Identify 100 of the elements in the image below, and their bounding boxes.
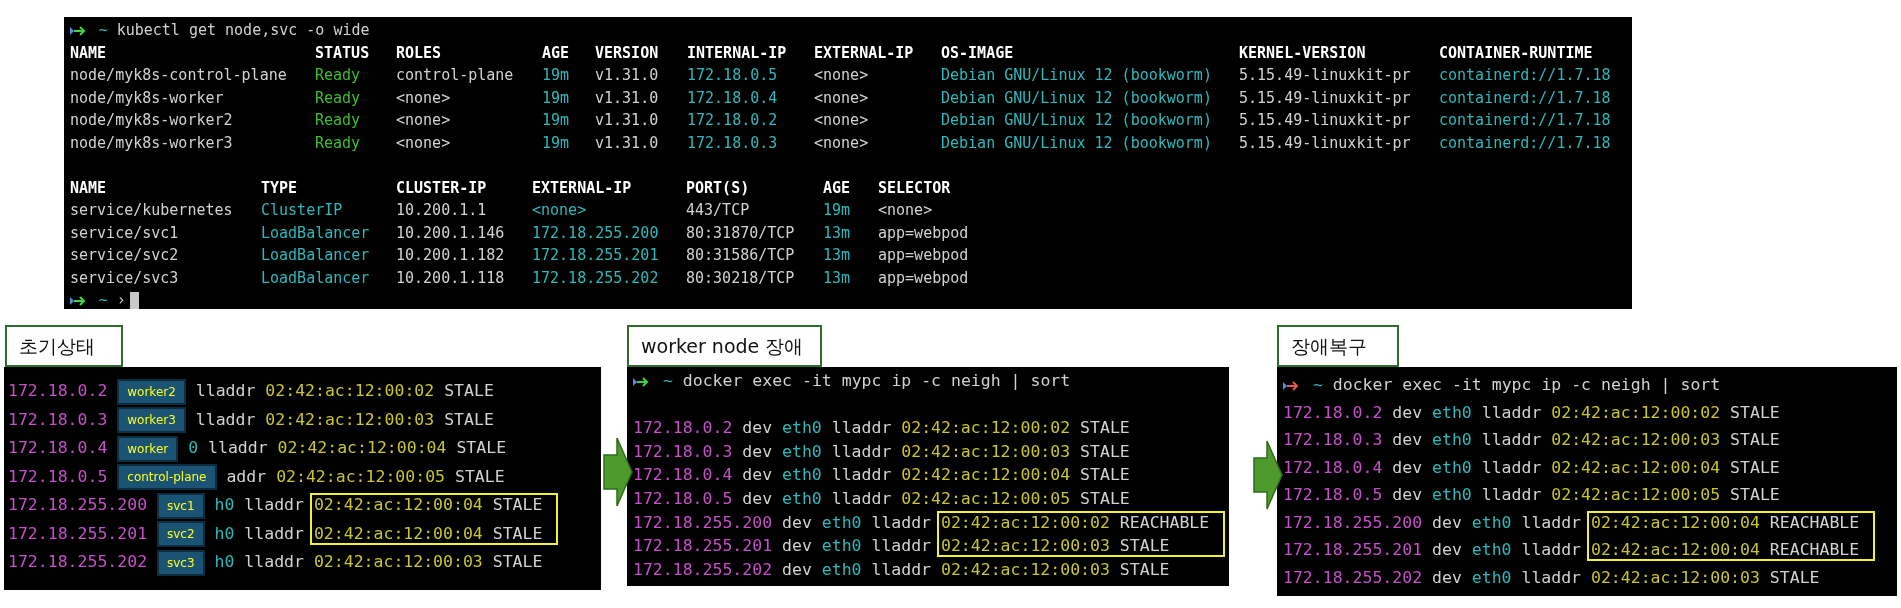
lladdr-label: lladdr [831,465,892,485]
mac-address: 02:42:ac:12:00:03 [901,441,1071,461]
cwd-text: ~ [98,21,108,39]
ip-address: 172.18.0.2 [1283,402,1383,422]
device-label: dev [1392,402,1423,422]
table-cell-text: v1.31.0 [595,110,660,131]
table-cell-text: 10.200.1.146 [396,222,506,244]
table-cell-text: service/kubernetes [70,200,234,221]
table-cell-text: control-plane [396,65,515,86]
table-cell-text: node/myk8s-worker3 [70,132,234,154]
table-cell-text: service/svc2 [70,245,180,266]
table-cell-text: 19m [542,132,571,154]
table-cell-text: 10.200.1.182 [396,245,506,266]
mac-address: 02:42:ac:12:00:04 [277,438,447,457]
column-header: NAME [70,42,108,64]
table-cell-text: 80:31586/TCP [686,245,796,266]
neighbor-state: STALE [1080,488,1130,508]
table-cell-text: 172.18.0.4 [687,87,779,109]
table-cell-text: LoadBalancer [261,245,371,266]
node-tag: worker2 [117,378,186,405]
device-label: dev [782,512,812,532]
table-cell-text: Ready [315,87,362,109]
neighbor-state: REACHABLE [1769,540,1860,559]
neighbor-state: STALE [1730,402,1780,422]
mac-address: 02:42:ac:12:00:02 [941,512,1110,532]
column-header: SELECTOR [878,177,952,199]
neighbor-state: STALE [492,552,543,571]
cwd-text: ~ [662,371,673,390]
device-label: dev [1392,485,1423,504]
neighbor-state: STALE [444,381,494,400]
device-label: dev [1392,457,1423,477]
table-cell-text: app=webpod [878,222,970,244]
ip-address: 172.18.255.201 [8,523,148,543]
lladdr-label: lladdr [831,418,892,438]
lladdr-label: addr [226,466,267,486]
interface-name: eth0 [821,512,862,532]
ip-address: 172.18.0.2 [633,418,733,438]
interface-name: eth0 [1432,402,1472,422]
neighbor-state: REACHABLE [1119,512,1210,532]
table-cell-text: 13m [823,267,852,289]
lladdr-label: lladdr [1481,457,1542,477]
neighbor-state: STALE [1730,430,1780,449]
step-label: 초기상태 [5,325,123,367]
lladdr-label: lladdr [195,409,256,429]
table-cell-text: ClusterIP [261,200,344,221]
table-cell-text: Ready [315,132,362,154]
device-label: dev [1432,540,1462,559]
lladdr-label: lladdr [1481,402,1542,422]
table-cell-text: 80:31870/TCP [686,222,796,244]
table-cell-text: 5.15.49-linuxkit-pr [1239,132,1412,154]
table-cell-text: LoadBalancer [261,267,371,289]
mac-address: 02:42:ac:12:00:04 [313,523,483,543]
interface-name: h0 [214,552,235,571]
table-cell-text: <none> [814,110,870,131]
cwd-text: ~ [1312,375,1323,394]
right-arrow-icon [1253,440,1283,510]
table-cell-text: 172.18.0.5 [687,65,779,86]
device-label: dev [782,559,812,579]
table-cell-text: containerd://1.7.18 [1439,132,1612,154]
mac-address: 02:42:ac:12:00:02 [265,381,435,400]
table-cell-text: Debian GNU/Linux 12 (bookworm) [941,110,1213,131]
right-arrow-icon [603,437,633,507]
mac-address: 02:42:ac:12:00:03 [941,536,1110,556]
interface-name: eth0 [1471,540,1512,559]
mac-address: 02:42:ac:12:00:04 [1591,540,1760,559]
table-cell-text: 5.15.49-linuxkit-pr [1239,65,1412,86]
mac-address: 02:42:ac:12:00:05 [901,488,1071,508]
mac-address: 02:42:ac:12:00:04 [313,495,483,514]
command-text: kubectl get node,svc -o wide [116,21,370,39]
mac-address: 02:42:ac:12:00:05 [1551,485,1721,504]
interface-name: eth0 [782,465,822,485]
node-tag: svc1 [157,492,205,519]
interface-name: eth0 [821,559,862,579]
column-header: EXTERNAL-IP [814,42,915,64]
ip-address: 172.18.0.4 [8,438,108,457]
neighbor-state: STALE [1080,465,1130,485]
table-cell-text: 13m [823,245,852,266]
table-cell-text: containerd://1.7.18 [1439,110,1612,131]
ip-address: 172.18.0.5 [1283,485,1383,504]
mac-address: 02:42:ac:12:00:04 [901,465,1071,485]
device-label: dev [742,418,773,438]
interface-name: eth0 [1432,457,1472,477]
interface-name: eth0 [1432,485,1472,504]
mac-address: 02:42:ac:12:00:03 [1551,430,1721,449]
ip-address: 172.18.255.200 [8,495,148,514]
mac-address: 02:42:ac:12:00:02 [1551,402,1721,422]
table-cell-text: containerd://1.7.18 [1439,65,1612,86]
ip-address: 172.18.255.200 [1283,512,1423,532]
neighbor-state: STALE [1769,567,1820,587]
interface-name: eth0 [821,536,862,556]
column-header: ROLES [396,42,443,64]
interface-name: h0 [214,523,235,543]
column-header: EXTERNAL-IP [532,177,633,199]
device-label: dev [742,488,773,508]
table-cell-text: app=webpod [878,267,970,289]
device-label: dev [1392,430,1423,449]
neighbor-state: STALE [444,409,494,429]
table-cell-text: 80:30218/TCP [686,267,796,289]
step-label: worker node 장애 [627,325,822,367]
table-cell-text: 172.18.0.3 [687,132,779,154]
